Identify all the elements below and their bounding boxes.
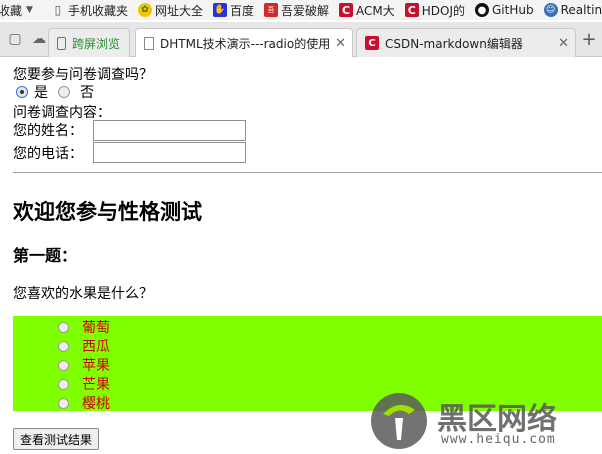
phone-icon: ▯ [54, 3, 62, 17]
phone-label: 您的电话： [13, 146, 83, 162]
bookmark-52pojie[interactable]: 吾 吾爱破解 [263, 2, 329, 19]
tab-cross-screen[interactable]: 跨屏浏览 [48, 28, 130, 57]
tab-label: DHTML技术演示---radio的使用 [160, 36, 331, 51]
survey-choice-row: 是 否 [13, 82, 94, 102]
bookmark-hdoj[interactable]: C HDOJ的 [404, 2, 465, 19]
baidu-paw-icon: ✋ [212, 3, 227, 17]
fruit-radio[interactable] [58, 378, 69, 390]
window-menu-icon[interactable]: ▢ [4, 28, 26, 50]
fruit-radio[interactable] [58, 359, 69, 371]
survey-question: 您要参与问卷调查吗？ [13, 67, 153, 83]
fruit-radio[interactable] [58, 321, 69, 333]
survey-content-label: 问卷调查内容： [13, 105, 111, 121]
watermark-url: www.heiqu.com [441, 432, 556, 447]
page-icon [144, 36, 154, 50]
bookmark-realtime[interactable]: ☺ Realtin [543, 3, 602, 17]
fruit-option[interactable]: 西瓜 [58, 336, 110, 356]
question-text: 您喜欢的水果是什么？ [13, 286, 153, 302]
fruit-option[interactable]: 苹果 [58, 355, 110, 375]
name-field[interactable] [93, 120, 246, 141]
radio-no-label: 否 [80, 85, 94, 101]
close-icon[interactable]: ✕ [335, 36, 346, 51]
bookmarks-bar: 收藏 ▼ ▯ 手机收藏夹 ✿ 网址大全 ✋ 百度 吾 吾爱破解 C ACM大 C… [0, 0, 602, 20]
view-results-button[interactable]: 查看测试结果 [13, 428, 100, 450]
phone-field[interactable] [93, 142, 246, 163]
web-directory-icon: ✿ [137, 3, 152, 17]
radio-yes[interactable] [16, 86, 28, 98]
bookmark-baidu[interactable]: ✋ 百度 [212, 2, 254, 19]
question-heading: 第一题： [13, 246, 78, 265]
bookmark-label: HDOJ的 [421, 3, 465, 18]
csdn-c-icon: C [339, 3, 353, 17]
bookmark-label: 吾爱破解 [280, 3, 329, 18]
tab-bar: ▢ ☁ 跨屏浏览 DHTML技术演示---radio的使用 ✕ C CSDN-m… [0, 22, 602, 57]
heiqu-logo-icon [371, 393, 427, 449]
tab-label: 跨屏浏览 [72, 36, 121, 51]
realtime-icon: ☺ [543, 3, 558, 17]
fruit-option[interactable]: 葡萄 [58, 317, 110, 337]
cloud-icon[interactable]: ☁ [28, 28, 50, 50]
fruit-label: 西瓜 [82, 339, 110, 355]
fruit-option[interactable]: 芒果 [58, 374, 110, 394]
bookmark-web-directory[interactable]: ✿ 网址大全 [137, 2, 203, 19]
fruit-option[interactable]: 樱桃 [58, 393, 110, 413]
radio-no[interactable] [58, 86, 70, 98]
github-icon: ● [474, 3, 489, 17]
bookmark-label: 网址大全 [154, 3, 203, 18]
fruit-label: 芒果 [82, 377, 110, 393]
name-label: 您的姓名： [13, 123, 83, 139]
bookmark-acm[interactable]: C ACM大 [339, 2, 395, 19]
bookmark-label: GitHub [491, 3, 534, 17]
fruit-label: 樱桃 [82, 396, 110, 412]
watermark: 黑区网络 www.heiqu.com [369, 388, 602, 454]
52pojie-icon: 吾 [263, 3, 278, 17]
bookmark-favorites[interactable]: 收藏 ▼ [0, 2, 41, 19]
test-title: 欢迎您参与性格测试 [13, 199, 202, 224]
fruit-label: 苹果 [82, 358, 110, 374]
close-icon[interactable]: ✕ [558, 36, 569, 51]
tab-label: CSDN-markdown编辑器 [385, 36, 523, 51]
bookmark-label: 收藏 [0, 3, 23, 18]
radio-yes-label: 是 [34, 85, 48, 101]
bookmark-label: Realtin [560, 3, 602, 17]
fruit-label: 葡萄 [82, 320, 110, 336]
phone-icon [57, 36, 66, 50]
fruit-radio[interactable] [58, 397, 69, 409]
tab-csdn-markdown[interactable]: C CSDN-markdown编辑器 ✕ [356, 28, 576, 57]
bookmark-label: 手机收藏夹 [67, 3, 128, 18]
new-tab-icon[interactable]: + [578, 28, 600, 50]
bookmark-github[interactable]: ● GitHub [474, 3, 534, 17]
fruit-radio[interactable] [58, 340, 69, 352]
bookmark-mobile-favorites[interactable]: ▯ 手机收藏夹 [51, 2, 128, 19]
bookmark-label: ACM大 [356, 3, 395, 18]
chevron-down-icon[interactable]: ▼ [26, 5, 33, 15]
divider [13, 172, 602, 173]
csdn-c-icon: C [365, 36, 379, 50]
tab-dhtml-radio[interactable]: DHTML技术演示---radio的使用 ✕ [135, 28, 353, 57]
bookmark-label: 百度 [229, 3, 254, 18]
csdn-c-icon: C [404, 3, 419, 17]
